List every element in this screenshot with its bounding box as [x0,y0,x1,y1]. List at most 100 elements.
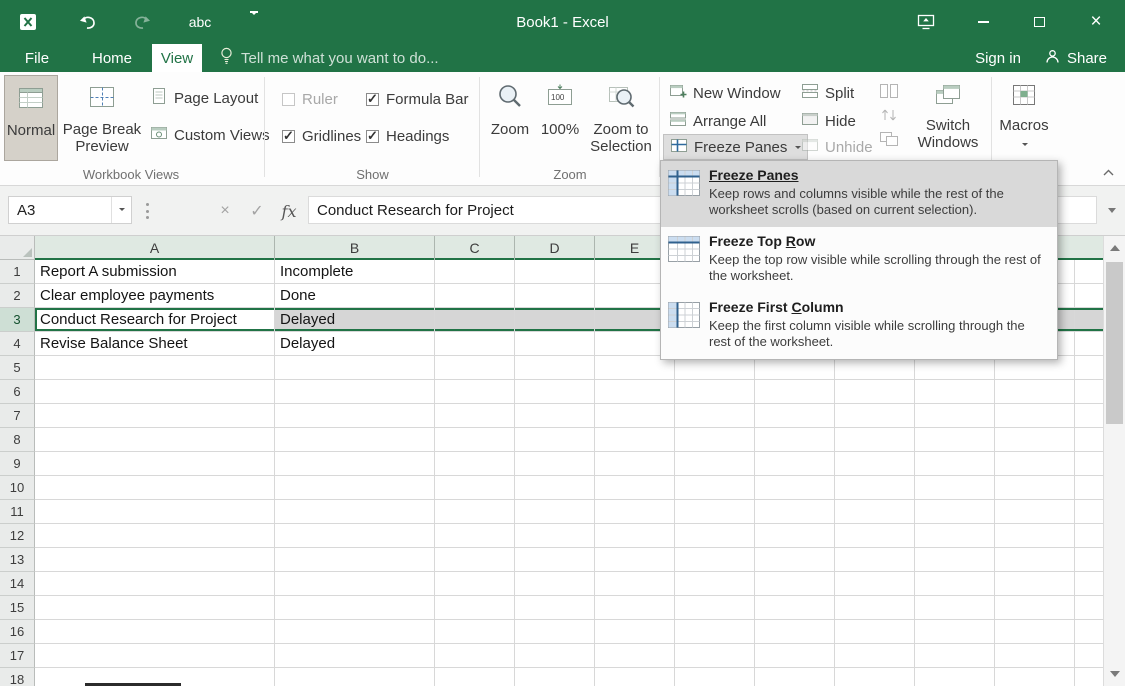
zoom-button[interactable]: Zoom [487,75,533,161]
vertical-scrollbar[interactable] [1103,236,1125,686]
cell-E12[interactable] [595,524,675,548]
cell-B15[interactable] [275,596,435,620]
tab-file[interactable]: File [10,44,64,72]
cell-A1[interactable]: Report A submission [35,260,275,284]
cell-B6[interactable] [275,380,435,404]
column-header-A[interactable]: A [35,236,275,260]
vertical-scrollbar-thumb[interactable] [1106,262,1123,424]
cell-C13[interactable] [435,548,515,572]
scroll-down-button[interactable] [1104,664,1125,686]
row-header-13[interactable]: 13 [0,548,35,572]
cell-A9[interactable] [35,452,275,476]
cell-C5[interactable] [435,356,515,380]
row-header-9[interactable]: 9 [0,452,35,476]
insert-function-button[interactable]: fx [276,199,302,223]
cell-A6[interactable] [35,380,275,404]
cell-E14[interactable] [595,572,675,596]
cell-C7[interactable] [435,404,515,428]
maximize-button[interactable] [1011,0,1067,44]
cell-B11[interactable] [275,500,435,524]
row-header-6[interactable]: 6 [0,380,35,404]
cell-B18[interactable] [275,668,435,686]
page-layout-button[interactable]: Page Layout [146,86,262,110]
hide-button[interactable]: Hide [795,108,862,134]
headings-checkbox[interactable]: Headings [366,128,449,144]
row-header-15[interactable]: 15 [0,596,35,620]
cell-D7[interactable] [515,404,595,428]
minimize-button[interactable] [955,0,1011,44]
cell-D9[interactable] [515,452,595,476]
cell-B17[interactable] [275,644,435,668]
normal-view-button[interactable]: Normal [4,75,58,161]
cell-C14[interactable] [435,572,515,596]
cell-A14[interactable] [35,572,275,596]
cell-A15[interactable] [35,596,275,620]
macros-button[interactable]: Macros [998,75,1050,161]
cell-C4[interactable] [435,332,515,356]
headings-checkbox-box[interactable] [366,130,379,143]
menu-item-freeze-first-column[interactable]: Freeze First Column Keep the first colum… [661,293,1057,359]
cell-A10[interactable] [35,476,275,500]
row-header-4[interactable]: 4 [0,332,35,356]
cell-C3[interactable] [435,308,515,332]
cell-C9[interactable] [435,452,515,476]
row-header-8[interactable]: 8 [0,428,35,452]
cell-E13[interactable] [595,548,675,572]
switch-windows-button[interactable]: SwitchWindows [915,75,981,161]
cell-A8[interactable] [35,428,275,452]
cell-E7[interactable] [595,404,675,428]
cell-C16[interactable] [435,620,515,644]
gridlines-checkbox-box[interactable] [282,130,295,143]
cell-D2[interactable] [515,284,595,308]
cell-B16[interactable] [275,620,435,644]
cell-D13[interactable] [515,548,595,572]
name-box[interactable]: A3 [8,196,132,224]
gridlines-checkbox[interactable]: Gridlines [282,128,361,144]
cell-D16[interactable] [515,620,595,644]
tab-home[interactable]: Home [84,44,140,72]
row-header-1[interactable]: 1 [0,260,35,284]
cell-C15[interactable] [435,596,515,620]
cell-E8[interactable] [595,428,675,452]
cell-C17[interactable] [435,644,515,668]
row-header-12[interactable]: 12 [0,524,35,548]
cell-A12[interactable] [35,524,275,548]
cell-B9[interactable] [275,452,435,476]
cell-D11[interactable] [515,500,595,524]
column-header-D[interactable]: D [515,236,595,260]
row-header-17[interactable]: 17 [0,644,35,668]
cell-D1[interactable] [515,260,595,284]
cell-B12[interactable] [275,524,435,548]
view-side-by-side-icon[interactable] [876,80,902,102]
column-header-C[interactable]: C [435,236,515,260]
arrange-all-button[interactable]: Arrange All [663,108,772,134]
row-header-18[interactable]: 18 [0,668,35,686]
cell-D3[interactable] [515,308,595,332]
custom-views-button[interactable]: Custom Views [146,123,274,147]
cell-E9[interactable] [595,452,675,476]
cell-A5[interactable] [35,356,275,380]
cell-B14[interactable] [275,572,435,596]
formula-bar-resize-handle[interactable] [146,203,150,219]
freeze-panes-button[interactable]: Freeze Panes [663,134,808,160]
close-button[interactable]: × [1067,0,1125,44]
name-box-caret-icon[interactable] [111,197,131,223]
cell-B3[interactable]: Delayed [275,308,435,332]
cell-B7[interactable] [275,404,435,428]
cell-E17[interactable] [595,644,675,668]
page-break-preview-button[interactable]: Page BreakPreview [62,75,142,161]
cell-C6[interactable] [435,380,515,404]
tab-view[interactable]: View [152,44,202,72]
collapse-ribbon-icon[interactable] [1098,164,1118,180]
formula-bar-checkbox-box[interactable] [366,93,379,106]
cell-D4[interactable] [515,332,595,356]
cell-D15[interactable] [515,596,595,620]
row-header-14[interactable]: 14 [0,572,35,596]
cell-E16[interactable] [595,620,675,644]
split-button[interactable]: Split [795,80,860,106]
zoom-to-selection-button[interactable]: Zoom toSelection [587,75,655,161]
cell-C10[interactable] [435,476,515,500]
menu-item-freeze-panes[interactable]: Freeze Panes Keep rows and columns visib… [661,161,1057,227]
formula-expand-icon[interactable] [1102,200,1122,220]
cell-E10[interactable] [595,476,675,500]
